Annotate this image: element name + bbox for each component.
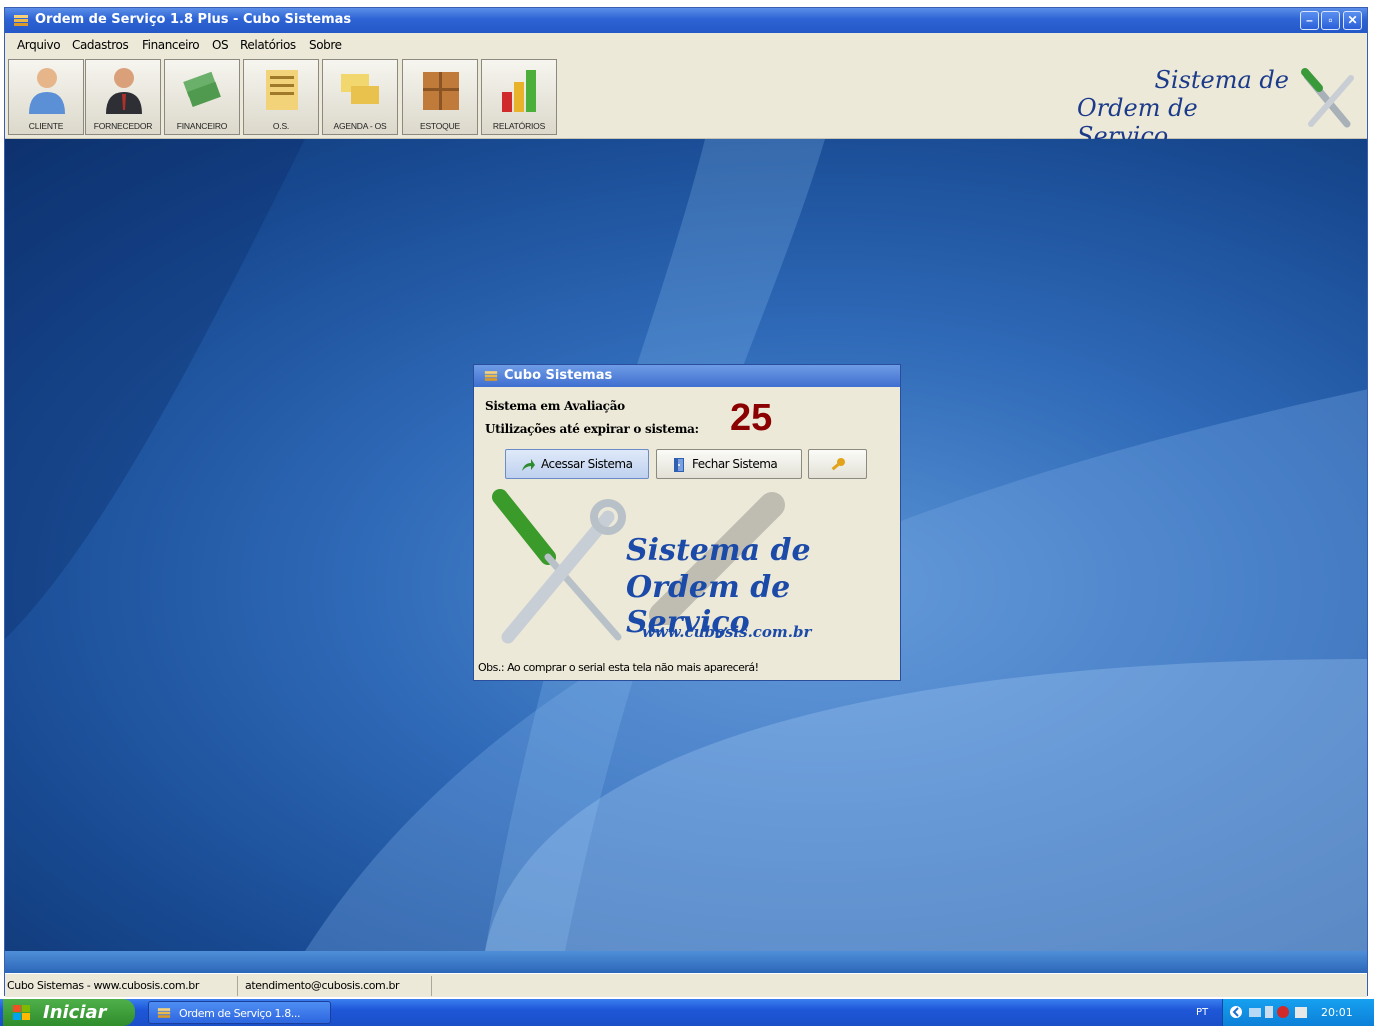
person-icon <box>29 68 65 114</box>
close-button[interactable]: ✕ <box>1343 11 1362 30</box>
notes-icon <box>341 74 379 104</box>
restore-button[interactable]: ▫ <box>1321 11 1340 30</box>
toolbar-agenda-button[interactable]: AGENDA - OS <box>322 59 398 135</box>
brand-url: www.cubosis.com.br <box>642 623 812 641</box>
door-icon <box>674 458 684 472</box>
close-button-label: Fechar Sistema <box>692 457 778 471</box>
toolbar-os-button[interactable]: O.S. <box>243 59 319 135</box>
app-icon <box>157 1008 171 1018</box>
access-system-button[interactable]: Acessar Sistema <box>505 449 649 479</box>
app-icon <box>14 15 28 26</box>
taskbar: Iniciar Ordem de Serviço 1.8... PT 20:01 <box>0 999 1374 1026</box>
windows-logo-icon <box>13 1005 30 1020</box>
chart-icon <box>502 70 536 112</box>
menu-os[interactable]: OS <box>212 38 229 52</box>
arrow-icon <box>522 459 535 471</box>
status-separator <box>237 976 238 996</box>
toolbar-estoque-button[interactable]: ESTOQUE <box>402 59 478 135</box>
taskbar-app-label: Ordem de Serviço 1.8... <box>179 1007 301 1020</box>
box-icon <box>423 72 459 110</box>
access-button-label: Acessar Sistema <box>541 457 633 471</box>
evaluation-dialog: Cubo Sistemas Sistema em Avaliação Utili… <box>473 364 901 681</box>
tray-icons[interactable] <box>1229 1004 1311 1021</box>
clock: 20:01 <box>1321 1006 1353 1019</box>
toolbar-cliente-button[interactable]: CLIENTE <box>8 59 84 135</box>
start-button[interactable]: Iniciar <box>3 999 135 1026</box>
businessman-icon <box>106 68 142 114</box>
menu-cadastros[interactable]: Cadastros <box>72 38 129 52</box>
menu-bar: Arquivo Cadastros Financeiro OS Relatóri… <box>5 33 1367 57</box>
status-strip <box>5 951 1367 973</box>
toolbar-label: O.S. <box>272 121 290 131</box>
menu-financeiro[interactable]: Financeiro <box>142 38 200 52</box>
status-site: Cubo Sistemas - www.cubosis.com.br <box>7 979 199 992</box>
window-title: Ordem de Serviço 1.8 Plus - Cubo Sistema… <box>35 12 352 27</box>
start-label: Iniciar <box>43 1002 107 1023</box>
toolbar-relatorios-button[interactable]: RELATÓRIOS <box>481 59 557 135</box>
app-icon <box>484 371 498 381</box>
system-tray: 20:01 <box>1222 999 1374 1026</box>
status-email: atendimento@cubosis.com.br <box>245 979 400 992</box>
toolbar-label: ESTOQUE <box>419 121 460 131</box>
toolbar-fornecedor-button[interactable]: FORNECEDOR <box>85 59 161 135</box>
money-icon <box>183 71 221 107</box>
dialog-title-bar[interactable]: Cubo Sistemas <box>474 365 900 387</box>
status-separator <box>431 976 432 996</box>
serial-key-button[interactable] <box>808 449 867 479</box>
work-order-icon <box>266 70 298 110</box>
dialog-note: Obs.: Ao comprar o serial esta tela não … <box>478 661 759 674</box>
header-logo: Sistema de Ordem de Serviço <box>1077 62 1367 150</box>
toolbar-financeiro-button[interactable]: FINANCEIRO <box>164 59 240 135</box>
taskbar-app-button[interactable]: Ordem de Serviço 1.8... <box>148 1001 331 1024</box>
toolbar-label: CLIENTE <box>28 121 64 131</box>
evaluation-label: Sistema em Avaliação <box>485 399 625 413</box>
toolbar-label: AGENDA - OS <box>333 121 387 131</box>
uses-label: Utilizações até expirar o sistema: <box>485 422 699 436</box>
key-icon <box>831 458 845 471</box>
uses-counter: 25 <box>730 397 773 439</box>
toolbar: CLIENTE FORNECEDOR FINANCEIRO O.S. AGEND… <box>5 57 1367 150</box>
toolbar-label: FINANCEIRO <box>176 121 228 131</box>
toolbar-label: FORNECEDOR <box>93 121 153 131</box>
status-bar: Cubo Sistemas - www.cubosis.com.br atend… <box>5 973 1367 997</box>
language-indicator[interactable]: PT <box>1196 1007 1208 1018</box>
dialog-title: Cubo Sistemas <box>504 368 613 383</box>
logo-line1: Sistema de <box>1154 66 1289 94</box>
minimize-button[interactable]: – <box>1300 11 1319 30</box>
brand-line1: Sistema de <box>626 533 811 568</box>
toolbar-label: RELATÓRIOS <box>492 121 546 131</box>
menu-relatorios[interactable]: Relatórios <box>240 38 296 52</box>
tools-icon <box>1301 68 1354 128</box>
title-bar[interactable]: Ordem de Serviço 1.8 Plus - Cubo Sistema… <box>5 8 1367 33</box>
menu-arquivo[interactable]: Arquivo <box>17 38 61 52</box>
menu-sobre[interactable]: Sobre <box>309 38 342 52</box>
